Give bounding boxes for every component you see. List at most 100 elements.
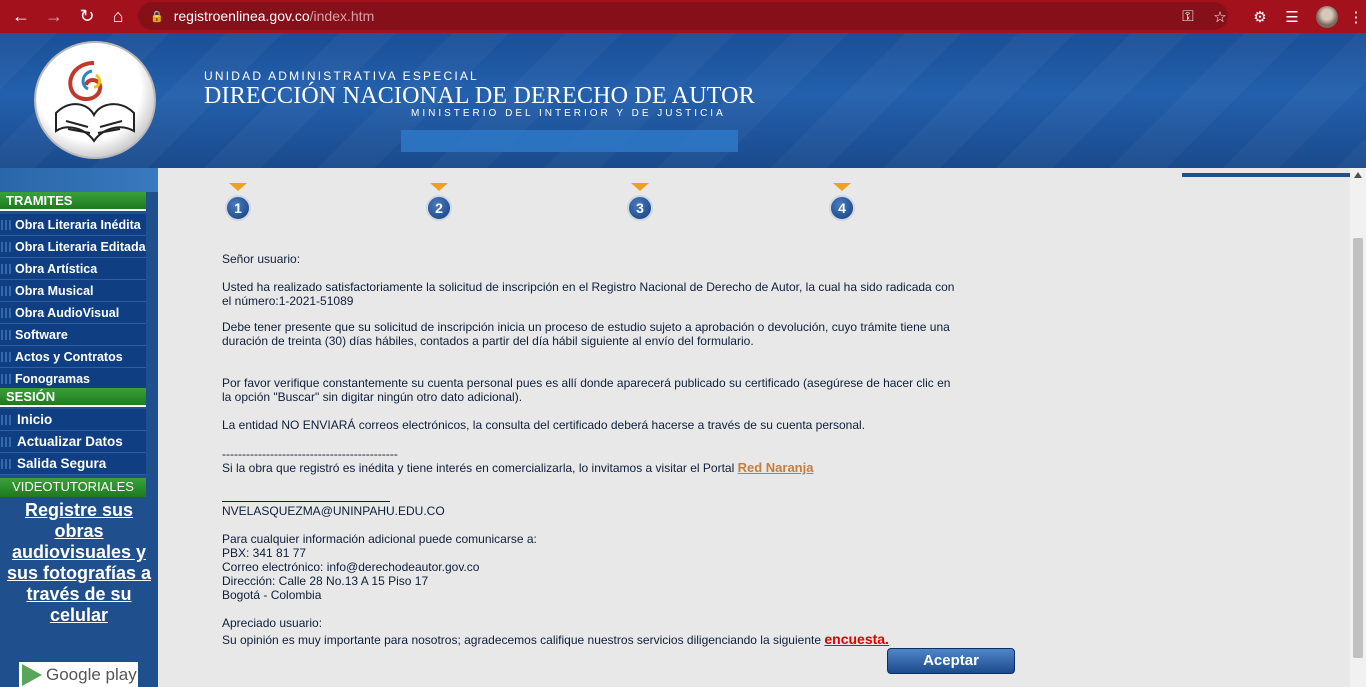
sidebar-item-software[interactable]: Software — [0, 324, 146, 346]
sidebar-item-label: Actualizar Datos — [17, 434, 123, 449]
video-link-line: celular — [49, 605, 109, 625]
media-icon[interactable]: ☰ — [1276, 8, 1308, 26]
bullet-icon — [1, 352, 13, 362]
step-3: 3 — [625, 183, 655, 225]
survey-text: Su opinión es muy importante para nosotr… — [222, 633, 822, 647]
header-title: DIRECCIÓN NACIONAL DE DERECHO DE AUTOR — [204, 83, 755, 109]
survey-line: Su opinión es muy importante para nosotr… — [222, 632, 1022, 647]
bullet-icon — [1, 286, 13, 296]
sidebar-item-obra-audiovisual[interactable]: Obra AudioVisual — [0, 302, 146, 324]
sidebar-item-label: Obra Literaria Editada — [15, 240, 146, 254]
video-link-line: sus fotografías a — [6, 563, 152, 583]
separator-dashes: ----------------------------------------… — [222, 447, 398, 461]
star-icon[interactable]: ☆ — [1204, 8, 1236, 26]
video-link-line: obras — [54, 521, 104, 541]
sidebar-item-fonogramas[interactable]: Fonogramas — [0, 368, 146, 390]
sidebar-item-label: Software — [15, 328, 68, 342]
header-bar — [401, 130, 738, 152]
step-1: 1 — [223, 183, 253, 225]
tramites-header: TRAMITES — [0, 192, 146, 211]
step-number: 4 — [829, 195, 855, 221]
confirmation-line-1: Usted ha realizado satisfactoriamente la… — [222, 280, 955, 294]
url-host: registroenlinea.gov.co — [173, 8, 310, 24]
sidebar-item-label: Obra AudioVisual — [15, 306, 120, 320]
scroll-thumb[interactable] — [1353, 238, 1363, 658]
url-path: /index.htm — [309, 8, 375, 24]
sidebar-item-label: Actos y Contratos — [15, 350, 123, 364]
videotutoriales-header: VIDEOTUTORIALES — [0, 478, 146, 497]
google-play-badge[interactable]: Google play — [19, 662, 138, 687]
video-tutorial-link[interactable]: Registre sus obras audiovisuales y sus f… — [0, 500, 158, 626]
step-marker-icon — [833, 183, 851, 191]
sidebar-item-salida-segura[interactable]: Salida Segura — [0, 453, 146, 475]
step-marker-icon — [229, 183, 247, 191]
sidebar-top-band — [0, 168, 158, 192]
bullet-icon — [1, 308, 13, 318]
sidebar-item-inicio[interactable]: Inicio — [0, 409, 146, 431]
header-ministry: MINISTERIO DEL INTERIOR Y DE JUSTICIA — [411, 108, 726, 119]
sidebar-item-label: Fonogramas — [15, 372, 91, 386]
extensions-icon[interactable]: ⚙ — [1244, 8, 1276, 26]
main-content: 1 2 3 4 Señor usuario: Usted ha realizad… — [158, 168, 1350, 687]
bullet-icon — [1, 330, 13, 340]
user-email: NVELASQUEZMA@UNINPAHU.EDU.CO — [222, 504, 445, 518]
contact-city: Bogotá - Colombia — [222, 588, 322, 602]
contact-email: Correo electrónico: info@derechodeautor.… — [222, 560, 480, 574]
sidebar-item-obra-artistica[interactable]: Obra Artística — [0, 258, 146, 280]
key-icon[interactable]: ⚿ — [1172, 8, 1204, 25]
step-marker-icon — [631, 183, 649, 191]
sidebar-item-label: Obra Literaria Inédita — [15, 218, 141, 232]
sidebar-item-actualizar-datos[interactable]: Actualizar Datos — [0, 431, 146, 453]
address-bar[interactable]: 🔒 registroenlinea.gov.co/index.htm — [138, 2, 1228, 30]
reload-icon[interactable]: ↻ — [76, 5, 98, 27]
dnda-logo — [34, 41, 156, 159]
step-4: 4 — [827, 183, 857, 225]
forward-arrow-icon[interactable]: → — [43, 5, 65, 27]
home-icon[interactable]: ⌂ — [107, 5, 129, 27]
sidebar-item-obra-literaria-inedita[interactable]: Obra Literaria Inédita — [0, 214, 146, 236]
bullet-icon — [1, 242, 13, 252]
notice-line-1: Debe tener presente que su solicitud de … — [222, 320, 950, 334]
accept-button[interactable]: Aceptar — [887, 648, 1015, 674]
apreciado-usuario: Apreciado usuario: — [222, 616, 323, 630]
decorative-bar — [1182, 173, 1350, 177]
sidebar-item-actos-contratos[interactable]: Actos y Contratos — [0, 346, 146, 368]
step-number: 2 — [426, 195, 452, 221]
sidebar-item-obra-musical[interactable]: Obra Musical — [0, 280, 146, 302]
sidebar: TRAMITES Obra Literaria Inédita Obra Lit… — [0, 168, 158, 687]
profile-avatar[interactable] — [1316, 5, 1338, 28]
sidebar-item-label: Obra Artística — [15, 262, 98, 276]
bullet-icon — [1, 264, 13, 274]
bullet-icon — [1, 374, 13, 384]
scroll-up-icon[interactable] — [1354, 172, 1362, 178]
page-scrollbar[interactable] — [1350, 168, 1366, 687]
portal-text: Si la obra que registró es inédita y tie… — [222, 461, 735, 475]
header-subtitle: UNIDAD ADMINISTRATIVA ESPECIAL — [204, 69, 479, 83]
video-link-line: través de su — [26, 584, 132, 604]
google-play-label: Google play — [46, 664, 137, 684]
video-link-line: audiovisuales y — [11, 542, 147, 562]
verify-line-1: Por favor verifique constantemente su cu… — [222, 376, 951, 390]
bullet-icon — [1, 459, 13, 469]
contact-pbx: PBX: 341 81 77 — [222, 546, 307, 560]
bullet-icon — [1, 220, 13, 230]
lock-icon: 🔒 — [150, 10, 164, 23]
sidebar-item-label: Inicio — [17, 412, 53, 427]
step-2: 2 — [424, 183, 454, 225]
greeting: Señor usuario: — [222, 252, 301, 266]
play-icon — [22, 663, 42, 686]
menu-icon[interactable]: ⋮ — [1346, 8, 1366, 26]
bullet-icon — [1, 437, 13, 447]
email-underline — [222, 501, 390, 502]
bullet-icon — [1, 415, 13, 425]
sidebar-item-label: Salida Segura — [17, 456, 107, 471]
encuesta-link[interactable]: encuesta. — [824, 631, 889, 647]
sidebar-item-label: Obra Musical — [15, 284, 94, 298]
toolbar-right: ⚿ ☆ ⚙ ☰ ⋮ — [1172, 0, 1366, 33]
step-number: 3 — [627, 195, 653, 221]
red-naranja-link[interactable]: Red Naranja — [738, 460, 814, 475]
sidebar-item-obra-literaria-editada[interactable]: Obra Literaria Editada — [0, 236, 146, 258]
back-arrow-icon[interactable]: ← — [10, 5, 32, 27]
video-link-line: Registre sus — [24, 500, 134, 520]
verify-line-2: la opción "Buscar" sin digitar ningún ot… — [222, 390, 523, 404]
